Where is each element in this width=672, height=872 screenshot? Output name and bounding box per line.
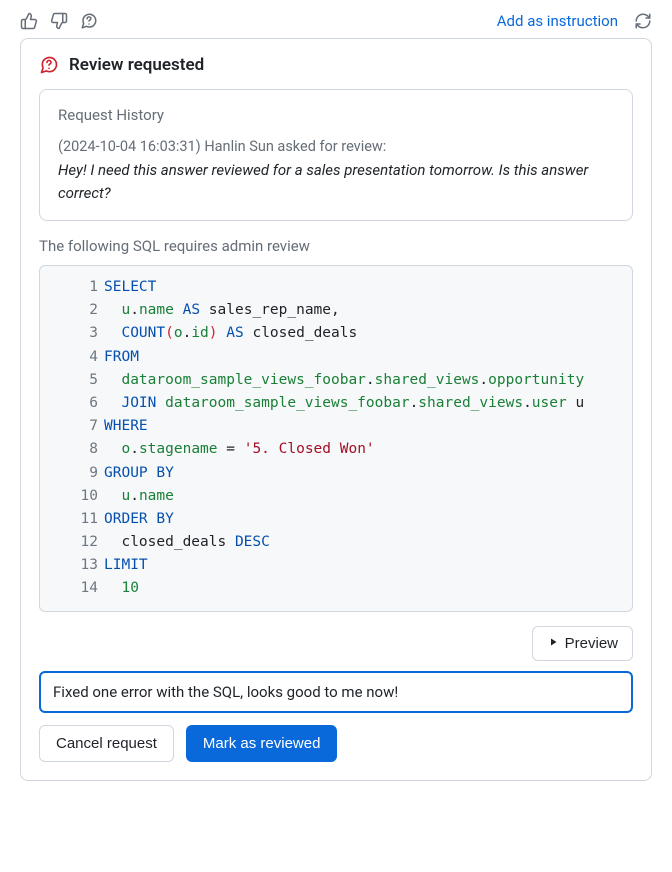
toolbar: Add as instruction [20,8,652,38]
line-number: 13 [40,554,104,577]
line-code: closed_deals DESC [104,531,270,554]
line-number: 4 [40,346,104,369]
code-line: 13LIMIT [40,554,632,577]
code-line: 8 o.stagename = '5. Closed Won' [40,438,632,461]
line-code: u.name [104,485,174,508]
line-code: JOIN dataroom_sample_views_foobar.shared… [104,392,584,415]
line-number: 9 [40,462,104,485]
cancel-request-button[interactable]: Cancel request [39,725,174,762]
review-panel: Review requested Request History (2024-1… [20,38,652,781]
preview-label: Preview [565,635,618,652]
line-code: GROUP BY [104,462,174,485]
line-number: 5 [40,369,104,392]
line-code: ORDER BY [104,508,174,531]
line-number: 14 [40,577,104,600]
code-line: 1SELECT [40,276,632,299]
code-line: 12 closed_deals DESC [40,531,632,554]
thumbs-up-icon[interactable] [20,12,38,30]
code-line: 3 COUNT(o.id) AS closed_deals [40,322,632,345]
mark-reviewed-button[interactable]: Mark as reviewed [186,725,338,762]
review-reply-input[interactable] [39,671,633,713]
line-number: 2 [40,299,104,322]
request-history-card: Request History (2024-10-04 16:03:31) Ha… [39,89,633,221]
code-line: 4FROM [40,346,632,369]
line-number: 6 [40,392,104,415]
sql-note: The following SQL requires admin review [39,237,633,255]
play-icon [547,635,559,652]
history-meta: (2024-10-04 16:03:31) Hanlin Sun asked f… [58,138,614,155]
line-code: o.stagename = '5. Closed Won' [104,438,375,461]
line-number: 10 [40,485,104,508]
code-line: 5 dataroom_sample_views_foobar.shared_vi… [40,369,632,392]
toolbar-right: Add as instruction [497,12,652,30]
history-title: Request History [58,106,614,124]
line-number: 11 [40,508,104,531]
line-code: dataroom_sample_views_foobar.shared_view… [104,369,584,392]
review-requested-icon [39,55,59,75]
code-line: 11ORDER BY [40,508,632,531]
preview-row: Preview [39,626,633,661]
line-code: u.name AS sales_rep_name, [104,299,340,322]
line-number: 1 [40,276,104,299]
line-code: COUNT(o.id) AS closed_deals [104,322,357,345]
feedback-buttons [20,12,98,30]
line-number: 3 [40,322,104,345]
add-instruction-link[interactable]: Add as instruction [497,12,618,30]
code-line: 9GROUP BY [40,462,632,485]
refresh-icon[interactable] [634,12,652,30]
help-icon[interactable] [80,12,98,30]
code-line: 14 10 [40,577,632,600]
code-line: 6 JOIN dataroom_sample_views_foobar.shar… [40,392,632,415]
panel-title: Review requested [69,55,204,75]
code-line: 10 u.name [40,485,632,508]
line-code: LIMIT [104,554,148,577]
line-code: WHERE [104,415,148,438]
line-code: FROM [104,346,139,369]
line-number: 7 [40,415,104,438]
action-row: Cancel request Mark as reviewed [39,725,633,762]
code-line: 2 u.name AS sales_rep_name, [40,299,632,322]
line-number: 12 [40,531,104,554]
line-number: 8 [40,438,104,461]
panel-header: Review requested [39,55,633,75]
preview-button[interactable]: Preview [532,626,633,661]
sql-code-block[interactable]: 1SELECT2 u.name AS sales_rep_name,3 COUN… [39,265,633,612]
thumbs-down-icon[interactable] [50,12,68,30]
history-message: Hey! I need this answer reviewed for a s… [58,159,614,204]
line-code: SELECT [104,276,156,299]
code-line: 7WHERE [40,415,632,438]
line-code: 10 [104,577,139,600]
